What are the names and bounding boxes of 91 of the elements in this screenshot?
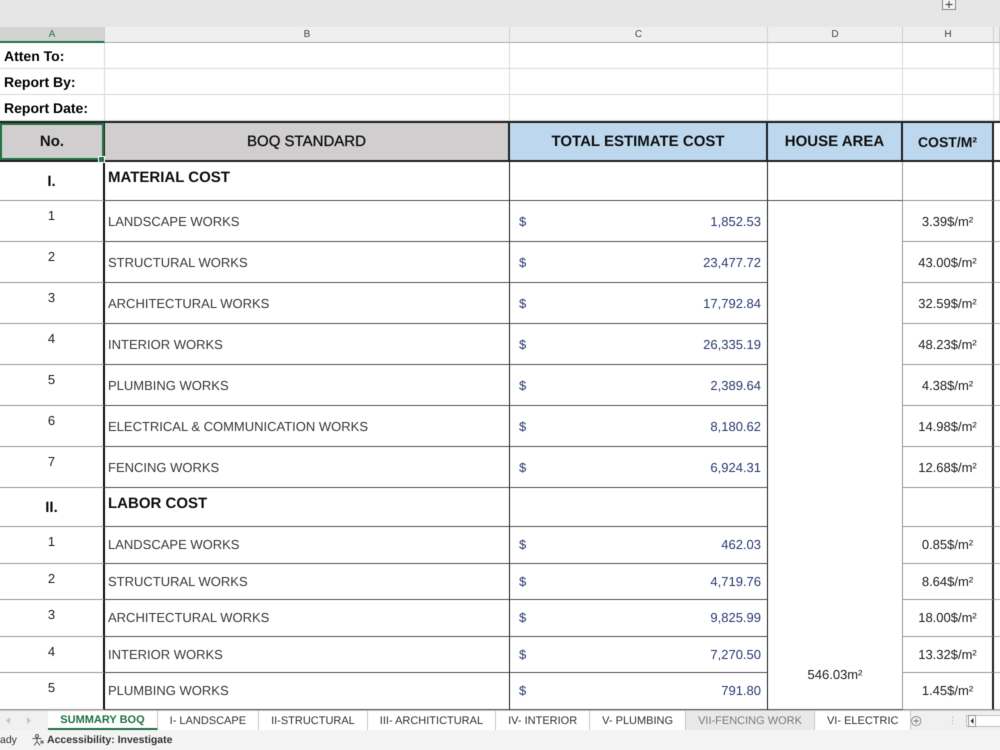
row-number: 2: [0, 564, 105, 600]
amount: 9,825.99: [710, 610, 761, 626]
section-number: I.: [0, 162, 105, 201]
sheet-tab[interactable]: IV- INTERIOR: [496, 711, 590, 730]
cost-per-area: 0.85$/m²: [903, 527, 994, 564]
amount: 23,477.72: [703, 254, 761, 270]
amount: 26,335.19: [703, 336, 761, 352]
column-header[interactable]: D: [768, 27, 903, 43]
section-number: II.: [0, 488, 105, 527]
item-name: PLUMBING WORKS: [105, 365, 510, 406]
item-name: INTERIOR WORKS: [105, 324, 510, 365]
horizontal-scrollbar[interactable]: [966, 714, 1000, 726]
currency-symbol: $: [519, 537, 526, 552]
currency-symbol: $: [519, 336, 526, 352]
column-header[interactable]: C: [510, 27, 768, 43]
sheet-tab[interactable]: VII-FENCING WORK: [686, 711, 815, 730]
house-area-value: 546.03m²: [768, 201, 903, 710]
add-sheet-icon[interactable]: [911, 714, 922, 728]
sheet-tab[interactable]: V- PLUMBING: [590, 711, 686, 730]
accessibility-button[interactable]: Accessibility: Investigate: [31, 734, 172, 746]
cost-per-area: 14.98$/m²: [903, 406, 994, 447]
currency-symbol: $: [519, 683, 526, 698]
cost-per-area: 48.23$/m²: [903, 324, 994, 365]
row-number: 1: [0, 201, 105, 242]
currency-symbol: $: [519, 574, 526, 589]
sheet-tab[interactable]: SUMMARY BOQ: [48, 711, 158, 730]
amount: 1,852.53: [710, 214, 761, 228]
item-name: ARCHITECTURAL WORKS: [105, 600, 510, 636]
item-name: FENCING WORKS: [105, 447, 510, 488]
column-header[interactable]: H: [903, 27, 994, 43]
row-number: 1: [0, 527, 105, 564]
item-name: STRUCTURAL WORKS: [105, 564, 510, 600]
row-number: 4: [0, 324, 105, 365]
amount: 7,270.50: [710, 646, 761, 662]
currency-symbol: $: [519, 378, 526, 392]
row-number: 6: [0, 406, 105, 447]
row-number: 3: [0, 600, 105, 636]
table-header-cell: HOUSE AREA: [768, 121, 903, 162]
cost-per-area: 12.68$/m²: [903, 447, 994, 488]
amount: 462.03: [721, 537, 761, 552]
amount: 6,924.31: [710, 460, 761, 474]
info-label: Atten To:: [0, 43, 105, 69]
cost-per-area: 3.39$/m²: [903, 201, 994, 242]
row-number: 5: [0, 365, 105, 406]
cost-per-area: 4.38$/m²: [903, 365, 994, 406]
row-number: 4: [0, 636, 105, 673]
info-label: Report By:: [0, 69, 105, 95]
sheet-tab[interactable]: VI- ELECTRIC: [814, 711, 912, 730]
item-name: STRUCTURAL WORKS: [105, 242, 510, 283]
cost-per-area: 32.59$/m²: [903, 283, 994, 324]
amount: 791.80: [721, 683, 761, 698]
sheet-tab[interactable]: III- ARCHITICTURAL: [368, 711, 496, 730]
column-header[interactable]: A: [0, 27, 105, 43]
section-title: MATERIAL COST: [105, 162, 510, 201]
amount: 4,719.76: [710, 574, 761, 589]
currency-symbol: $: [519, 418, 526, 434]
sheet-tab[interactable]: II-STRUCTURAL: [259, 711, 368, 730]
currency-symbol: $: [519, 214, 526, 228]
item-name: ELECTRICAL & COMMUNICATION WORKS: [105, 406, 510, 447]
scroll-right-icon[interactable]: [27, 717, 31, 724]
row-number: 7: [0, 447, 105, 488]
status-mode-text: ady: [0, 734, 18, 746]
cost-per-area: 8.64$/m²: [903, 564, 994, 600]
item-name: INTERIOR WORKS: [105, 636, 510, 673]
item-name: LANDSCAPE WORKS: [105, 201, 510, 242]
table-header-cell: COST/M²: [903, 121, 994, 162]
row-number: 2: [0, 242, 105, 283]
scroll-left-icon[interactable]: [968, 714, 976, 726]
table-header-cell: TOTAL ESTIMATE COST: [510, 121, 768, 162]
table-header-cell: BOQ STANDARD: [105, 121, 510, 162]
plus-box-icon[interactable]: [942, 0, 956, 10]
currency-symbol: $: [519, 254, 526, 270]
cost-per-area: 18.00$/m²: [903, 600, 994, 636]
currency-symbol: $: [519, 460, 526, 474]
currency-symbol: $: [519, 296, 526, 310]
section-title: LABOR COST: [105, 488, 510, 527]
currency-symbol: $: [519, 646, 526, 662]
cost-per-area: 43.00$/m²: [903, 242, 994, 283]
row-number: 3: [0, 283, 105, 324]
amount: 8,180.62: [710, 418, 761, 434]
column-header[interactable]: [994, 27, 1000, 43]
item-name: LANDSCAPE WORKS: [105, 527, 510, 564]
currency-symbol: $: [519, 610, 526, 626]
sheet-tab[interactable]: I- LANDSCAPE: [158, 711, 260, 730]
amount: 2,389.64: [710, 378, 761, 392]
column-header[interactable]: B: [105, 27, 510, 43]
table-header-cell: No.: [0, 121, 105, 162]
amount: 17,792.84: [703, 296, 761, 310]
cost-per-area: 13.32$/m²: [903, 636, 994, 673]
item-name: ARCHITECTURAL WORKS: [105, 283, 510, 324]
accessibility-icon: [31, 734, 44, 746]
